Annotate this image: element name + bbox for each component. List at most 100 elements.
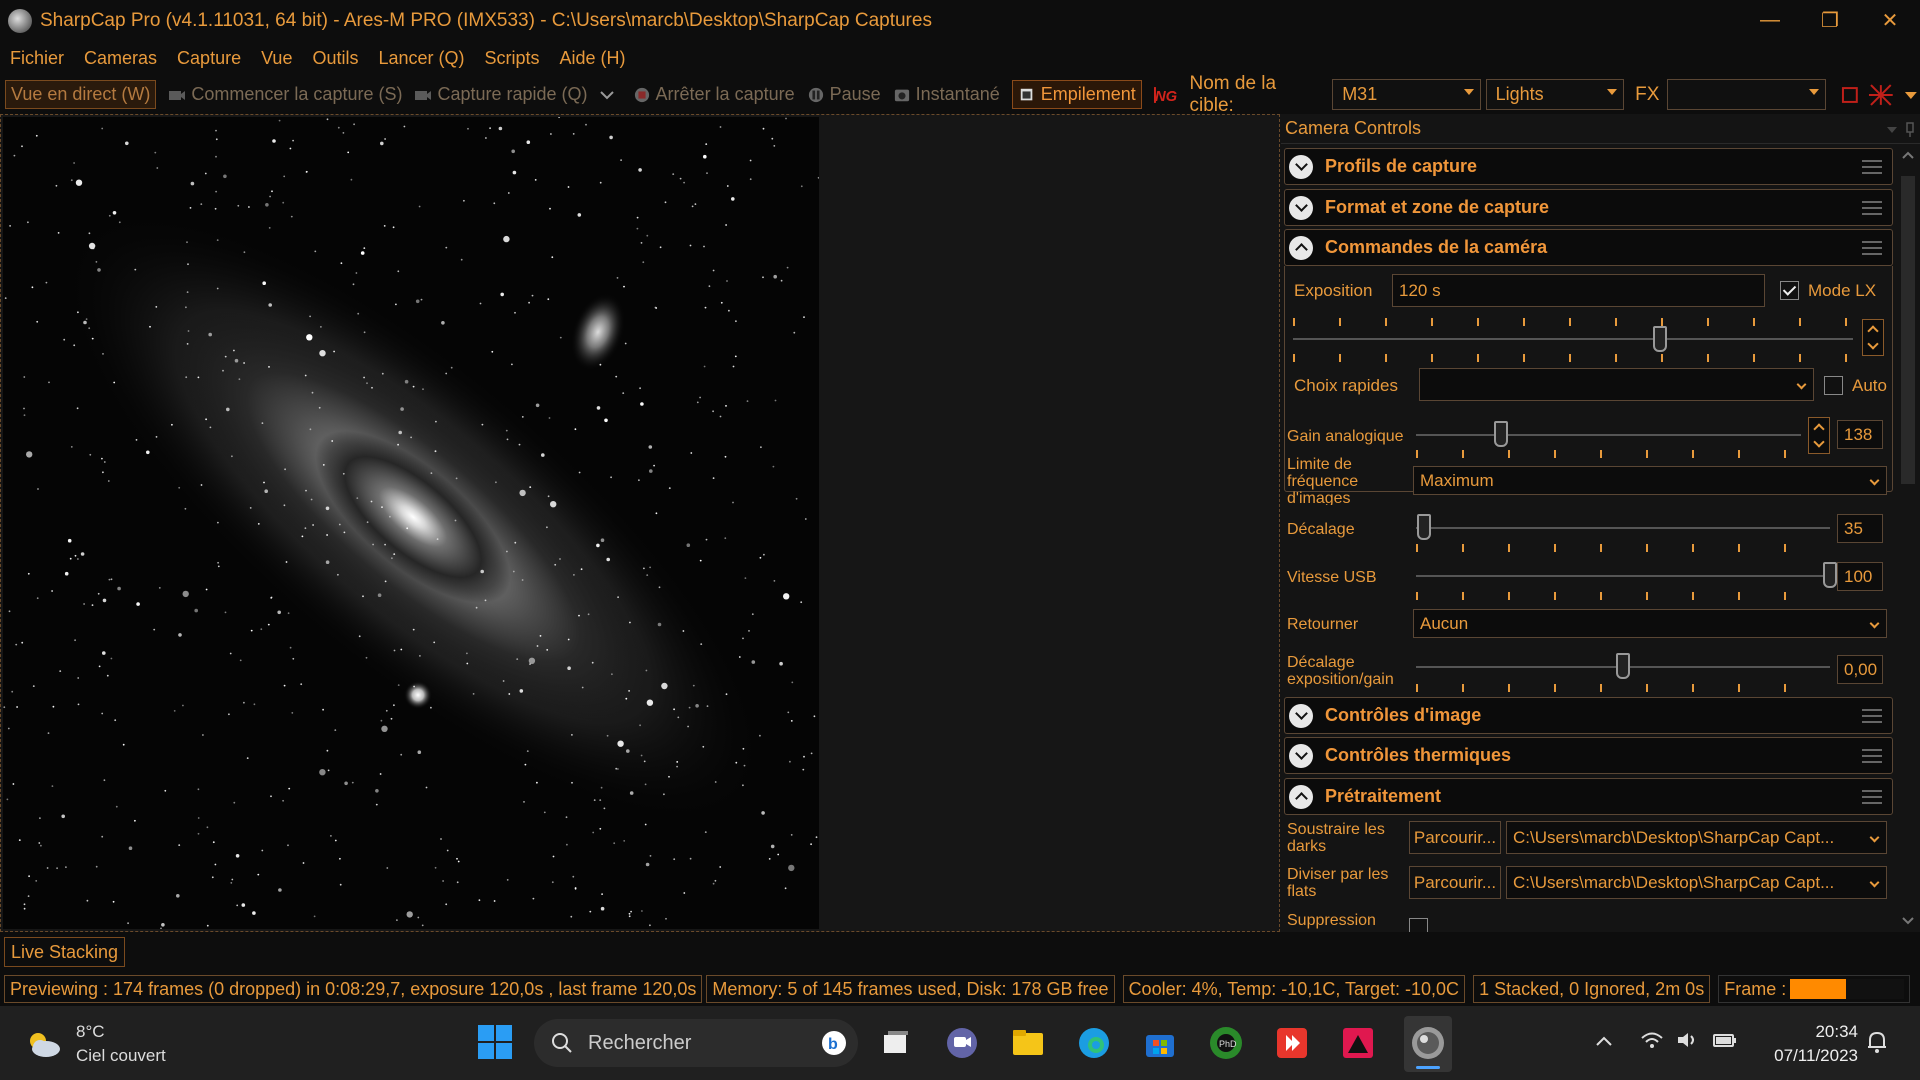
offset-slider-thumb[interactable]	[1417, 514, 1432, 540]
lx-mode-checkbox[interactable]	[1780, 281, 1799, 300]
flats-path-select[interactable]: C:\Users\marcb\Desktop\SharpCap Capt...	[1506, 866, 1887, 899]
menu-outils[interactable]: Outils	[312, 48, 358, 69]
notification-bell-icon[interactable]	[1866, 1030, 1888, 1054]
close-button[interactable]: ✕	[1860, 0, 1920, 41]
task-view-icon[interactable]	[878, 1025, 914, 1061]
chevron-down-icon[interactable]	[598, 87, 616, 103]
exposure-slider-track[interactable]	[1293, 338, 1853, 340]
selection-rect-icon[interactable]	[1839, 84, 1861, 106]
stacking-button[interactable]: Empilement	[1011, 80, 1142, 109]
panel-scrollbar[interactable]	[1896, 144, 1920, 932]
auto-checkbox[interactable]	[1824, 376, 1843, 395]
snapshot-button[interactable]: Instantané	[893, 84, 1000, 105]
microsoft-store-icon[interactable]	[1142, 1025, 1178, 1061]
window-title: SharpCap Pro (v4.1.11031, 64 bit) - Ares…	[40, 9, 932, 31]
quick-capture-label: Capture rapide (Q)	[437, 84, 588, 104]
darks-path-value: C:\Users\marcb\Desktop\SharpCap Capt...	[1513, 827, 1835, 847]
section-camera-controls[interactable]: Commandes de la caméra	[1284, 229, 1893, 266]
section-image-controls[interactable]: Contrôles d'image	[1284, 697, 1893, 734]
exposure-stepper[interactable]	[1862, 319, 1884, 356]
taskbar-search[interactable]: Rechercher b	[534, 1019, 858, 1067]
stop-capture-button[interactable]: Arrêter la capture	[633, 84, 795, 105]
start-capture-button[interactable]: Commencer la capture (S)	[168, 84, 402, 105]
offset-slider-track[interactable]	[1416, 527, 1830, 529]
frame-limit-select[interactable]: Maximum	[1413, 466, 1887, 495]
menu-lancer[interactable]: Lancer (Q)	[378, 48, 464, 69]
pin-icon[interactable]	[1904, 122, 1916, 138]
suppression-checkbox[interactable]	[1409, 918, 1428, 932]
pause-icon	[808, 87, 823, 102]
menu-cameras[interactable]: Cameras	[84, 48, 157, 69]
live-stacking-tab[interactable]: Live Stacking	[4, 937, 126, 967]
exposure-slider-thumb[interactable]	[1653, 326, 1667, 352]
section-title: Contrôles d'image	[1325, 705, 1482, 725]
volume-icon[interactable]	[1676, 1030, 1700, 1050]
exposure-input[interactable]: 120 s	[1392, 274, 1765, 307]
quick-capture-button[interactable]: Capture rapide (Q)	[414, 84, 620, 105]
chevron-down-icon[interactable]	[1902, 86, 1920, 104]
hamburger-icon[interactable]	[1862, 201, 1882, 215]
hamburger-icon[interactable]	[1862, 709, 1882, 723]
show-hidden-icons-icon[interactable]	[1594, 1034, 1614, 1048]
target-name-combo[interactable]: M31	[1332, 79, 1481, 110]
teams-chat-icon[interactable]	[944, 1025, 980, 1061]
gain-stepper[interactable]	[1808, 417, 1830, 454]
edge-browser-icon[interactable]	[1076, 1025, 1112, 1061]
live-view-button[interactable]: Vue en direct (W)	[5, 80, 157, 109]
section-thermal-controls[interactable]: Contrôles thermiques	[1284, 737, 1893, 774]
astro-app-icon[interactable]	[1340, 1025, 1376, 1061]
sharpcap-taskbar-item[interactable]	[1404, 1016, 1452, 1072]
windows-start-icon[interactable]	[476, 1023, 514, 1061]
scrollbar-thumb[interactable]	[1901, 176, 1915, 484]
image-viewport[interactable]	[0, 114, 1280, 932]
pause-button[interactable]: Pause	[807, 84, 881, 105]
gain-slider-thumb[interactable]	[1493, 421, 1508, 447]
reticle-icon[interactable]	[1867, 83, 1895, 107]
hamburger-icon[interactable]	[1862, 160, 1882, 174]
usb-speed-slider-track[interactable]	[1416, 575, 1830, 577]
usb-speed-input[interactable]: 100	[1837, 562, 1883, 591]
quick-picks-select[interactable]	[1419, 368, 1814, 401]
taskbar-clock[interactable]: 20:34 07/11/2023	[1774, 1020, 1858, 1068]
usb-speed-slider-thumb[interactable]	[1823, 562, 1837, 588]
frame-type-combo[interactable]: Lights	[1485, 79, 1625, 110]
status-bar: Previewing : 174 frames (0 dropped) in 0…	[0, 972, 1920, 1006]
menu-scripts[interactable]: Scripts	[485, 48, 540, 69]
flats-browse-button[interactable]: Parcourir...	[1409, 866, 1501, 899]
phd2-icon[interactable]: PhD	[1208, 1025, 1244, 1061]
gain-input[interactable]: 138	[1837, 420, 1883, 449]
menu-vue[interactable]: Vue	[261, 48, 292, 69]
section-preprocessing[interactable]: Prétraitement	[1284, 778, 1893, 815]
hamburger-icon[interactable]	[1862, 241, 1882, 255]
battery-icon[interactable]	[1712, 1030, 1738, 1050]
restore-button[interactable]: ❐	[1800, 0, 1860, 41]
snapshot-label: Instantané	[915, 84, 1000, 104]
section-format-area[interactable]: Format et zone de capture	[1284, 189, 1893, 226]
wifi-icon[interactable]	[1640, 1030, 1664, 1050]
scroll-down-icon[interactable]	[1901, 916, 1915, 926]
bing-icon[interactable]: b	[820, 1029, 848, 1057]
stacking-label: Empilement	[1040, 84, 1136, 104]
section-capture-profiles[interactable]: Profils de capture	[1284, 148, 1893, 185]
gain-slider-track[interactable]	[1416, 434, 1801, 436]
scroll-up-icon[interactable]	[1901, 150, 1915, 160]
offset-input[interactable]: 35	[1837, 514, 1883, 543]
exp-gain-input[interactable]: 0,00	[1837, 655, 1883, 684]
stacked-status: 1 Stacked, 0 Ignored, 2m 0s	[1473, 975, 1711, 1003]
hamburger-icon[interactable]	[1862, 790, 1882, 804]
flip-select[interactable]: Aucun	[1413, 609, 1887, 638]
anydesk-icon[interactable]	[1274, 1025, 1310, 1061]
weather-widget[interactable]: 8°C Ciel couvert	[24, 1020, 166, 1068]
darks-browse-button[interactable]: Parcourir...	[1409, 821, 1501, 854]
menu-capture[interactable]: Capture	[177, 48, 241, 69]
exp-gain-slider-thumb[interactable]	[1616, 653, 1630, 679]
panel-header: Camera Controls	[1281, 114, 1920, 144]
fx-combo[interactable]	[1667, 79, 1826, 110]
hamburger-icon[interactable]	[1862, 749, 1882, 763]
file-explorer-icon[interactable]	[1010, 1025, 1046, 1061]
menu-aide[interactable]: Aide (H)	[560, 48, 626, 69]
darks-path-select[interactable]: C:\Users\marcb\Desktop\SharpCap Capt...	[1506, 821, 1887, 854]
menu-fichier[interactable]: Fichier	[10, 48, 64, 69]
minimize-button[interactable]: —	[1740, 0, 1800, 41]
chevron-down-icon[interactable]	[1886, 126, 1898, 134]
